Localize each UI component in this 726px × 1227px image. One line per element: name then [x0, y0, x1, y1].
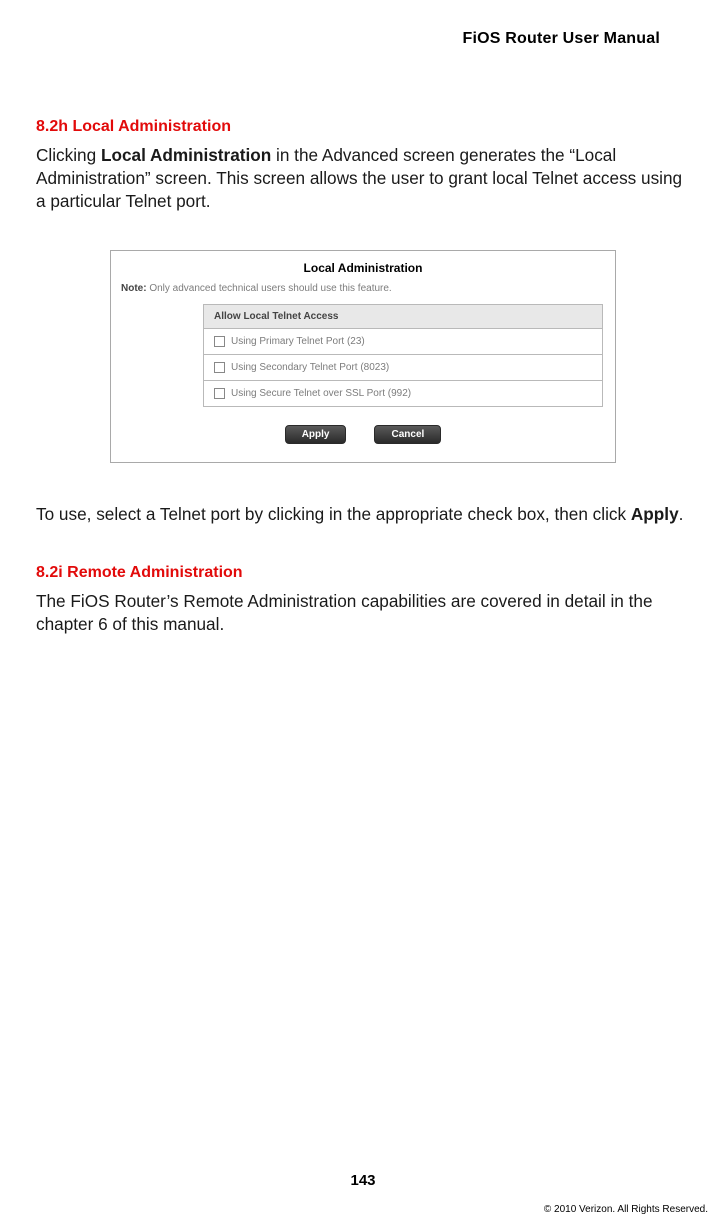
copyright-text: © 2010 Verizon. All Rights Reserved. [544, 1204, 708, 1215]
text-post: . [679, 504, 684, 524]
text-pre: Clicking [36, 145, 101, 165]
table-row: Using Secure Telnet over SSL Port (992) [204, 381, 602, 407]
figure-title: Local Administration [111, 261, 615, 275]
text-bold-apply: Apply [631, 504, 679, 524]
text-pre: To use, select a Telnet port by clicking… [36, 504, 631, 524]
apply-button[interactable]: Apply [285, 425, 347, 444]
page: FiOS Router User Manual 8.2h Local Admin… [0, 0, 726, 1227]
figure-note-label: Note: [121, 283, 147, 294]
page-number: 143 [0, 1172, 726, 1189]
telnet-options-table: Allow Local Telnet Access Using Primary … [203, 304, 603, 407]
table-row: Using Secondary Telnet Port (8023) [204, 355, 602, 381]
section2-paragraph: The FiOS Router’s Remote Administration … [36, 590, 690, 636]
figure-note: Note: Only advanced technical users shou… [111, 283, 615, 294]
text-bold-local-admin: Local Administration [101, 145, 271, 165]
checkbox-icon[interactable] [214, 336, 225, 347]
figure-local-admin: Local Administration Note: Only advanced… [110, 250, 616, 463]
option-label: Using Primary Telnet Port (23) [231, 336, 365, 347]
table-header: Allow Local Telnet Access [204, 305, 602, 329]
checkbox-icon[interactable] [214, 362, 225, 373]
document-header-title: FiOS Router User Manual [36, 30, 690, 48]
section-heading-local-admin: 8.2h Local Administration [36, 118, 690, 136]
figure-button-row: Apply Cancel [111, 425, 615, 444]
option-label: Using Secondary Telnet Port (8023) [231, 362, 389, 373]
section1b-paragraph: To use, select a Telnet port by clicking… [36, 503, 690, 526]
option-label: Using Secure Telnet over SSL Port (992) [231, 388, 411, 399]
table-row: Using Primary Telnet Port (23) [204, 329, 602, 355]
section1-paragraph: Clicking Local Administration in the Adv… [36, 144, 690, 214]
checkbox-icon[interactable] [214, 388, 225, 399]
figure-note-text: Only advanced technical users should use… [147, 283, 392, 294]
cancel-button[interactable]: Cancel [374, 425, 441, 444]
section-heading-remote-admin: 8.2i Remote Administration [36, 564, 690, 582]
